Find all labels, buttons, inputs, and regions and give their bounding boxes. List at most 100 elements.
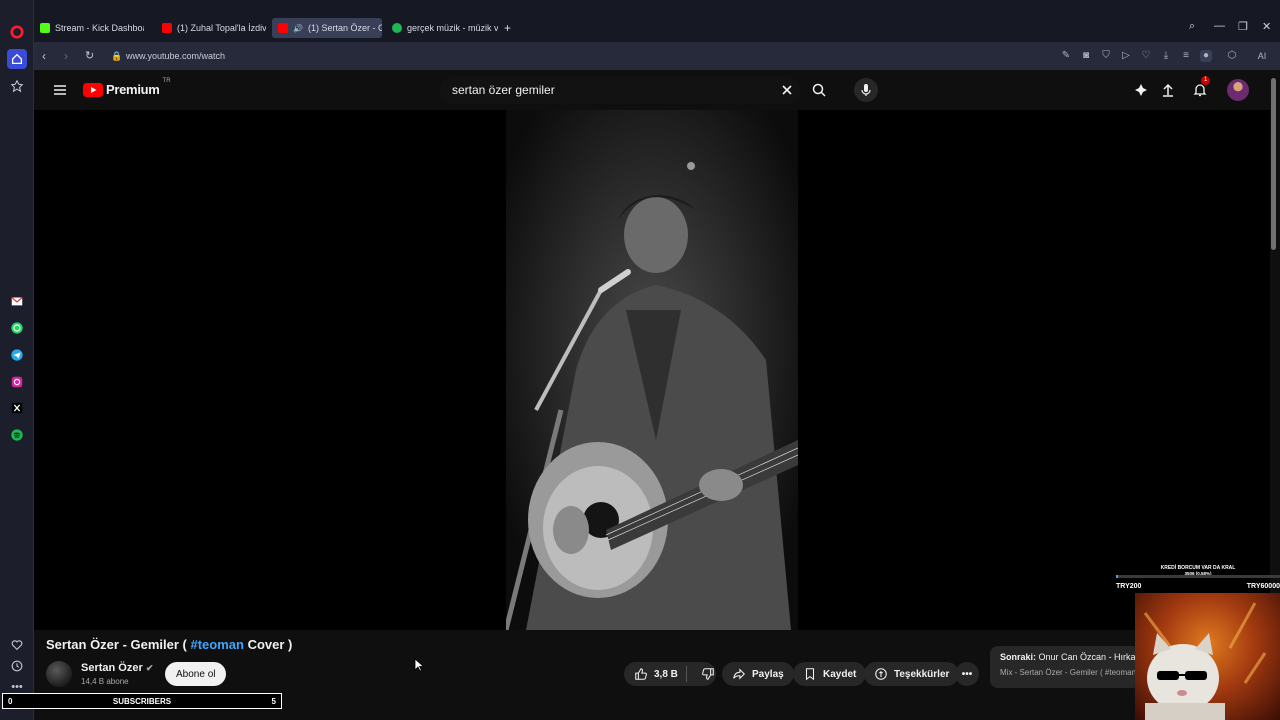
notification-badge: 1: [1201, 76, 1211, 85]
screen: ••• Stream - Kick Dashboard (1) Zuhal To…: [0, 0, 1280, 720]
download-icon[interactable]: ⤓: [1160, 50, 1172, 62]
instagram-icon[interactable]: [7, 372, 27, 392]
tab-kick-dashboard[interactable]: Stream - Kick Dashboard: [34, 18, 144, 38]
thumbs-up-icon: [635, 668, 647, 680]
upload-icon[interactable]: [1158, 80, 1178, 100]
channel-name-text: Sertan Özer: [81, 662, 143, 674]
verified-icon: ✔: [145, 663, 154, 673]
play-icon[interactable]: ▷: [1120, 50, 1132, 62]
hashtag-link[interactable]: #teoman: [191, 637, 244, 652]
region-code: TR: [162, 78, 171, 84]
subscribers-label: SUBSCRIBERS: [112, 696, 172, 706]
guitarist-image: [506, 110, 798, 630]
channel-avatar[interactable]: [46, 661, 72, 687]
share-icon: [733, 668, 745, 680]
extensions-icon[interactable]: ⬡: [1226, 50, 1238, 62]
history-icon[interactable]: [7, 656, 27, 676]
video-title: Sertan Özer - Gemiler ( #teoman Cover ): [46, 637, 292, 652]
subscribers-right-value: 5: [271, 696, 276, 706]
x-twitter-icon[interactable]: [7, 398, 27, 418]
save-button[interactable]: Kaydet: [793, 662, 867, 686]
donation-min: TRY200: [1116, 583, 1142, 590]
thanks-button[interactable]: Teşekkürler: [864, 662, 960, 686]
gmail-icon[interactable]: [7, 291, 27, 311]
minimize-icon[interactable]: —: [1214, 20, 1225, 32]
video-frame: [506, 110, 798, 630]
subscriber-count: 14,4 B abone: [81, 677, 129, 686]
up-next-prefix: Sonraki:: [1000, 652, 1037, 662]
profile-icon[interactable]: ●: [1200, 50, 1212, 62]
tab-label: Stream - Kick Dashboard: [55, 23, 144, 33]
bookmarks-icon[interactable]: [7, 76, 27, 96]
forward-icon[interactable]: ›: [64, 49, 68, 63]
hamburger-menu-icon[interactable]: [50, 80, 70, 100]
tab-strip: Stream - Kick Dashboard (1) Zuhal Topal'…: [34, 0, 1280, 42]
more-actions-button[interactable]: •••: [955, 662, 979, 686]
ai-label: AI: [1257, 51, 1267, 61]
youtube-premium-logo[interactable]: Premium TR: [83, 78, 171, 97]
opera-sidebar: •••: [0, 0, 34, 720]
tab-label: gerçek müzik - müzik ve g: [407, 23, 498, 33]
save-label: Kaydet: [823, 668, 857, 680]
reload-icon[interactable]: ↻: [85, 49, 94, 63]
search-input[interactable]: sertan özer gemiler: [440, 76, 800, 104]
restore-icon[interactable]: ❐: [1238, 20, 1248, 33]
opera-logo-icon[interactable]: [7, 22, 27, 42]
subscribe-label: Abone ol: [176, 668, 216, 680]
new-tab-button[interactable]: +: [504, 18, 518, 38]
cat-with-sunglasses-image: [1143, 602, 1267, 720]
like-dislike-group: 3,8 B: [624, 662, 716, 686]
menu-list-icon[interactable]: ≡: [1180, 50, 1192, 62]
more-horizontal-icon: •••: [961, 668, 973, 680]
shield-icon[interactable]: ⛉: [1100, 50, 1112, 62]
heart-icon[interactable]: [7, 635, 27, 655]
home-icon[interactable]: [7, 49, 27, 69]
share-button[interactable]: Paylaş: [722, 662, 794, 686]
close-window-icon[interactable]: ✕: [1262, 20, 1271, 33]
page-scrollbar[interactable]: [1271, 78, 1276, 250]
aria-ai-button[interactable]: AI: [1248, 50, 1276, 62]
dislike-button[interactable]: [693, 667, 715, 681]
tab-gercek-muzik[interactable]: gerçek müzik - müzik ve g: [386, 18, 498, 38]
back-icon[interactable]: ‹: [42, 49, 46, 63]
like-count: 3,8 B: [654, 668, 678, 680]
bookmark-icon: [805, 668, 815, 681]
tab-label: (1) Zuhal Topal'la İzdivaç: [177, 23, 266, 33]
subscribe-button[interactable]: Abone ol: [165, 662, 227, 686]
tab-sertan-ozer[interactable]: 🔊 (1) Sertan Özer - Gem: [272, 18, 382, 38]
youtube-favicon-icon: [162, 23, 172, 33]
channel-name[interactable]: Sertan Özer ✔: [81, 662, 153, 674]
heart-outline-icon[interactable]: ♡: [1140, 50, 1152, 62]
mouse-cursor-icon: [414, 658, 424, 672]
youtube-logo-icon: [83, 82, 103, 97]
whatsapp-icon[interactable]: [7, 318, 27, 338]
edit-icon[interactable]: ✎: [1060, 50, 1072, 62]
create-icon[interactable]: [1131, 80, 1151, 100]
tab-label: (1) Sertan Özer - Gem: [307, 23, 382, 33]
subscribers-left-value: 0: [8, 696, 13, 706]
address-bar: ‹ › ↻ 🔒 www.youtube.com/watch ✎ ◙ ⛉ ▷ ♡ …: [34, 42, 1280, 70]
spotify-favicon-icon: [392, 23, 402, 33]
clear-search-icon[interactable]: [777, 80, 797, 100]
up-next-subtitle: Mix - Sertan Özer - Gemiler ( #teoman: [1000, 668, 1137, 677]
kick-favicon-icon: [40, 23, 50, 33]
search-tabs-icon[interactable]: ⌕: [1189, 20, 1195, 33]
account-avatar[interactable]: [1227, 79, 1249, 101]
youtube-header: Premium TR sertan özer gemiler 1: [34, 70, 1274, 110]
tab-zuhal-topal[interactable]: (1) Zuhal Topal'la İzdivaç: [156, 18, 266, 38]
spotify-icon[interactable]: [7, 425, 27, 445]
url-field[interactable]: www.youtube.com/watch: [126, 46, 1026, 66]
up-next-title-row: Sonraki: Onur Can Özcan - Hırka: [1000, 652, 1136, 662]
camera-icon[interactable]: ◙: [1080, 50, 1092, 62]
up-next-card[interactable]: Sonraki: Onur Can Özcan - Hırka Mix - Se…: [990, 646, 1140, 688]
like-button[interactable]: 3,8 B: [634, 666, 687, 682]
donation-max: TRY60000: [1246, 583, 1280, 590]
video-player[interactable]: [34, 110, 1270, 630]
telegram-icon[interactable]: [7, 345, 27, 365]
search-icon[interactable]: [809, 80, 829, 100]
voice-search-icon[interactable]: [854, 78, 878, 102]
donation-progress-fill: [1116, 575, 1118, 578]
lock-icon: 🔒: [111, 51, 123, 61]
notifications-bell-icon[interactable]: 1: [1190, 76, 1211, 100]
url-text: www.youtube.com/watch: [126, 51, 226, 61]
